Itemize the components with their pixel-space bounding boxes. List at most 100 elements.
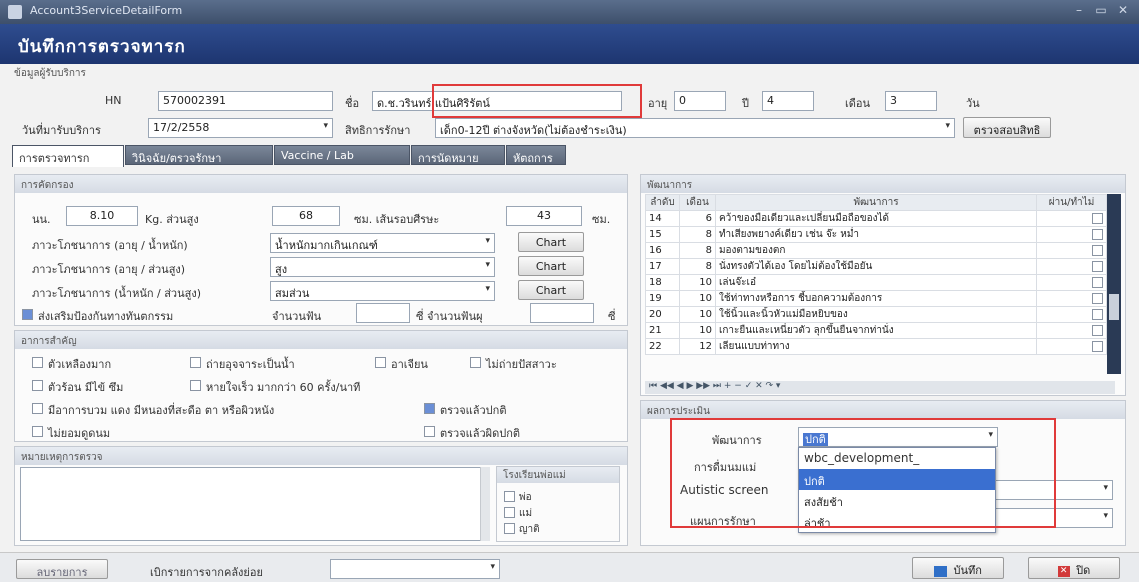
row-description: เกาะยืนและเหนี่ยวตัว ลุกขึ้นยืนจากท่านั่… xyxy=(714,322,1038,339)
symptom-checkbox-no-urine[interactable] xyxy=(470,357,481,368)
table-scrollbar[interactable] xyxy=(1107,194,1121,374)
teeth-count-label: จำนวนฟัน xyxy=(272,310,322,323)
head-circumference-field[interactable]: 43 xyxy=(506,206,582,226)
save-label: บันทึก xyxy=(953,564,982,577)
pass-checkbox[interactable] xyxy=(1092,324,1103,336)
row-month: 12 xyxy=(678,338,716,355)
age-days-field[interactable]: 3 xyxy=(885,91,937,111)
nutrition-age-weight-select[interactable]: น้ำหนักมากเกินเกณฑ์ ▾ xyxy=(270,233,495,253)
pull-stock-select[interactable]: ▾ xyxy=(330,559,500,579)
tab-procedure[interactable]: หัตถการ xyxy=(506,145,566,165)
tab-appointment[interactable]: การนัดหมาย xyxy=(411,145,505,165)
symptom-checkbox-jaundice[interactable] xyxy=(32,357,43,368)
development-table: ลำดับ เดือน พัฒนาการ ผ่าน/ทำไม่ 14 6 คว้าข… xyxy=(645,194,1107,355)
tab-vaccine-lab[interactable]: Vaccine / Lab xyxy=(274,145,410,165)
close-button[interactable]: ✕ ปิด xyxy=(1028,557,1120,579)
column-header[interactable]: ลำดับ xyxy=(645,194,680,211)
teeth-count-field[interactable] xyxy=(356,303,410,323)
close-window-button[interactable]: ✕ xyxy=(1112,3,1134,20)
nutrition-age-height-label: ภาวะโภชนาการ (อายุ / ส่วนสูง) xyxy=(32,263,186,276)
symptom-checkbox-no-suck[interactable] xyxy=(32,426,43,437)
chart-button-1[interactable]: Chart xyxy=(518,232,584,252)
weight-field[interactable]: 8.10 xyxy=(66,206,138,226)
symptoms-header: อาการสำคัญ xyxy=(15,331,627,349)
form-header: บันทึกการตรวจทารก xyxy=(0,24,1139,64)
tab-diagnosis[interactable]: วินิจฉัย/ตรวจรักษา xyxy=(125,145,273,165)
table-row[interactable]: 18 10 เล่นจ๊ะเอ๋ xyxy=(645,274,1107,291)
nutrition-age-height-select[interactable]: สูง ▾ xyxy=(270,257,495,277)
table-row[interactable]: 20 10 ใช้นิ้วและนิ้วหัวแม่มือหยิบของ xyxy=(645,306,1107,323)
parent-checkbox-father[interactable] xyxy=(504,491,515,502)
close-label: ปิด xyxy=(1076,564,1091,577)
table-row[interactable]: 14 6 คว้าของมือเดียวและเปลี่ยนมือถือของได้ xyxy=(645,210,1107,227)
pass-checkbox[interactable] xyxy=(1092,228,1103,240)
navigator-buttons[interactable]: ⏮ ◀◀ ◀ ▶ ▶▶ ⏭ + − ✓ ✕ ↷ ▾ xyxy=(649,381,780,391)
decay-count-field[interactable] xyxy=(530,303,594,323)
pass-checkbox[interactable] xyxy=(1092,276,1103,288)
screening-header: การคัดกรอง xyxy=(15,175,627,193)
age-months-field[interactable]: 4 xyxy=(762,91,814,111)
symptom-checkbox-fast-breathing[interactable] xyxy=(190,380,201,391)
symptom-checkbox-normal[interactable] xyxy=(424,403,435,414)
table-row[interactable]: 19 10 ใช้ท่าทางหรือการ ชี้บอกความต้องการ xyxy=(645,290,1107,307)
service-date-field[interactable]: 17/2/2558 ▾ xyxy=(148,118,333,138)
minimize-button[interactable]: – xyxy=(1068,3,1090,20)
symptom-label: ตรวจแล้วผิดปกติ xyxy=(440,427,521,440)
pass-checkbox[interactable] xyxy=(1092,340,1103,352)
height-field[interactable]: 68 xyxy=(272,206,340,226)
symptom-checkbox-vomit[interactable] xyxy=(375,357,386,368)
row-description: ใช้ท่าทางหรือการ ชี้บอกความต้องการ xyxy=(714,290,1038,307)
row-no: 18 xyxy=(645,274,680,291)
year-label: ปี xyxy=(742,97,749,110)
pass-checkbox[interactable] xyxy=(1092,308,1103,320)
age-years-field[interactable]: 0 xyxy=(674,91,726,111)
parent-checkbox-relative[interactable] xyxy=(504,523,515,534)
age-label: อายุ xyxy=(648,97,668,110)
dental-checkbox[interactable] xyxy=(22,309,33,320)
symptom-checkbox-abnormal[interactable] xyxy=(424,426,435,437)
delete-list-button[interactable]: ลบรายการ xyxy=(16,559,108,579)
symptom-checkbox-swelling[interactable] xyxy=(32,403,43,414)
rights-select[interactable]: เด็ก0-12ปี ต่างจังหวัด(ไม่ต้องชำระเงิน) … xyxy=(435,118,955,138)
tab-baby-exam[interactable]: การตรวจทารก xyxy=(12,145,124,167)
row-description: เลียนแบบท่าทาง xyxy=(714,338,1038,355)
pass-checkbox[interactable] xyxy=(1092,244,1103,256)
grid-navigator[interactable]: ⏮ ◀◀ ◀ ▶ ▶▶ ⏭ + − ✓ ✕ ↷ ▾ xyxy=(645,381,1115,394)
row-pass-cell xyxy=(1036,258,1107,275)
bottom-toolbar: ลบรายการ เบิกรายการจากคลังย่อย ▾ บันทึก … xyxy=(0,552,1139,582)
row-month: 8 xyxy=(678,242,716,259)
service-date-label: วันที่มารับบริการ xyxy=(22,124,101,137)
parent-checkbox-mother[interactable] xyxy=(504,507,515,518)
nutrition-weight-height-select[interactable]: สมส่วน ▾ xyxy=(270,281,495,301)
column-header[interactable]: พัฒนาการ xyxy=(714,194,1038,211)
scroll-thumb[interactable] xyxy=(1109,294,1119,320)
symptom-label: มีอาการบวม แดง มีหนองที่สะดือ ตา หรือผิว… xyxy=(48,404,275,417)
chart-button-2[interactable]: Chart xyxy=(518,256,584,276)
symptom-checkbox-diarrhea[interactable] xyxy=(190,357,201,368)
maximize-button[interactable]: ▭ xyxy=(1090,3,1112,20)
save-icon xyxy=(934,565,948,577)
table-row[interactable]: 15 8 ทำเสียงพยางค์เดียว เช่น จ๊ะ หม่ำ xyxy=(645,226,1107,243)
column-header[interactable]: ผ่าน/ทำไม่ xyxy=(1036,194,1107,211)
window-titlebar: Account3ServiceDetailForm – ▭ ✕ xyxy=(0,0,1139,24)
symptom-label: ไม่ยอมดูดนม xyxy=(48,427,111,440)
pass-checkbox[interactable] xyxy=(1092,212,1103,224)
hn-field[interactable]: 570002391 xyxy=(158,91,333,111)
table-row[interactable]: 16 8 มองตามของตก xyxy=(645,242,1107,259)
symptom-checkbox-fever[interactable] xyxy=(32,380,43,391)
pass-checkbox[interactable] xyxy=(1092,292,1103,304)
cm-head-label: ซม. เส้นรอบศีรษะ xyxy=(354,213,440,226)
pass-checkbox[interactable] xyxy=(1092,260,1103,272)
notes-textarea[interactable] xyxy=(20,467,490,541)
column-header[interactable]: เดือน xyxy=(678,194,716,211)
table-row[interactable]: 17 8 นั่งทรงตัวได้เอง โดยไม่ต้องใช้มือยัน xyxy=(645,258,1107,275)
table-row[interactable]: 21 10 เกาะยืนและเหนี่ยวตัว ลุกขึ้นยืนจากท่… xyxy=(645,322,1107,339)
rights-value: เด็ก0-12ปี ต่างจังหวัด(ไม่ต้องชำระเงิน) xyxy=(440,124,627,137)
row-description: มองตามของตก xyxy=(714,242,1038,259)
kg-height-label: Kg. ส่วนสูง xyxy=(145,213,199,226)
table-row[interactable]: 22 12 เลียนแบบท่าทาง xyxy=(645,338,1107,355)
scrollbar[interactable] xyxy=(480,467,490,541)
chart-button-3[interactable]: Chart xyxy=(518,280,584,300)
save-button[interactable]: บันทึก xyxy=(912,557,1004,579)
check-rights-button[interactable]: ตรวจสอบสิทธิ xyxy=(963,117,1051,138)
